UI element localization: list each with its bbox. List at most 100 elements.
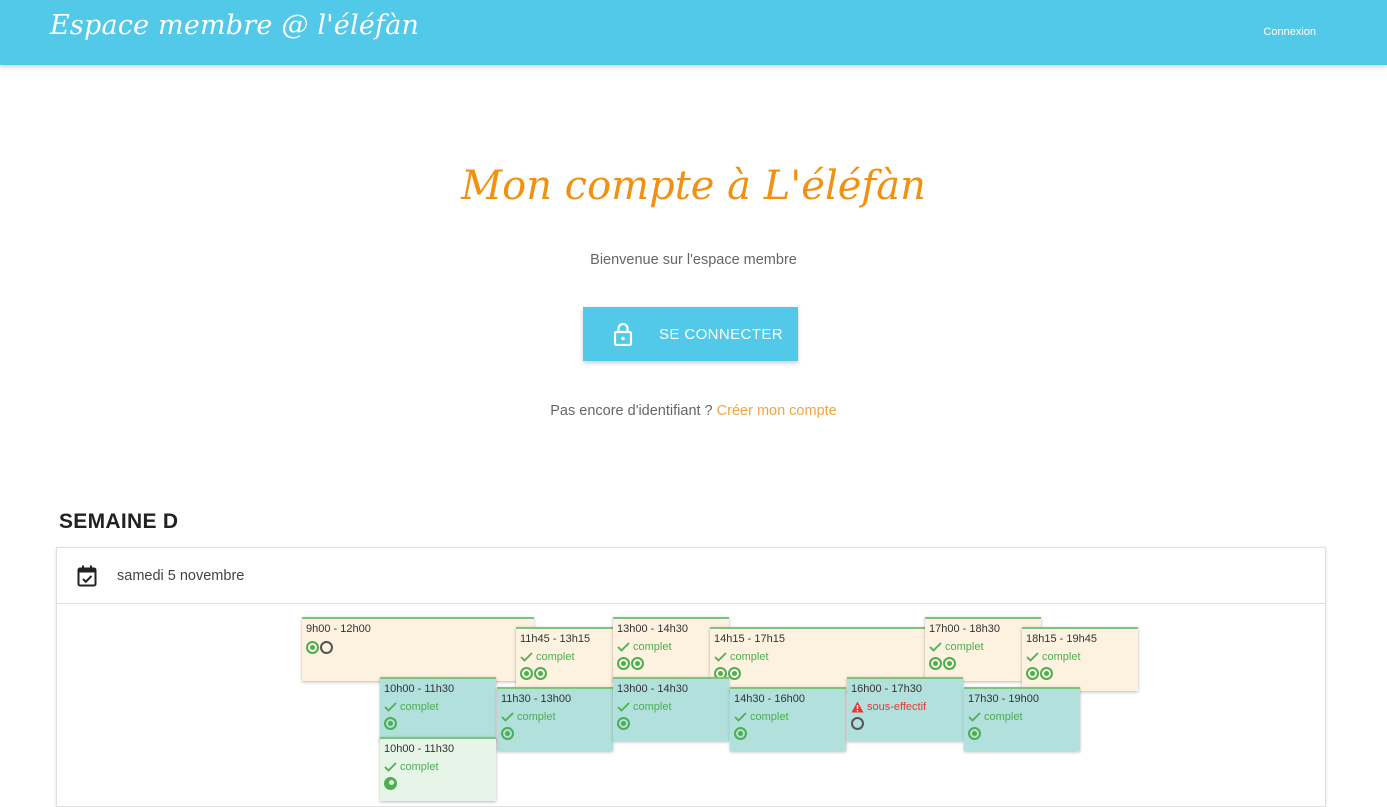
shift-slot[interactable]: 11h30 - 13h00 complet	[497, 687, 613, 751]
signup-prefix: Pas encore d'identifiant ?	[550, 403, 717, 419]
check-icon	[617, 702, 630, 712]
slot-time: 11h45 - 13h15	[520, 633, 591, 645]
warning-icon	[851, 701, 864, 713]
shift-slot[interactable]: 9h00 - 12h00	[302, 617, 534, 681]
filled-spot-icon	[728, 667, 741, 680]
slot-markers	[734, 727, 842, 740]
filled-spot-icon	[943, 657, 956, 670]
filled-spot-icon	[534, 667, 547, 680]
slot-markers	[520, 667, 628, 680]
slot-status: complet	[617, 640, 725, 654]
slot-status-label: complet	[400, 701, 439, 713]
slot-status: complet	[384, 700, 492, 714]
shift-slot[interactable]: 13h00 - 14h30 complet	[613, 677, 729, 741]
check-icon	[1026, 652, 1039, 662]
check-icon	[520, 652, 533, 662]
connexion-link[interactable]: Connexion	[1263, 26, 1316, 38]
filled-spot-icon	[929, 657, 942, 670]
slot-markers	[384, 777, 492, 790]
slot-status: complet	[968, 710, 1076, 724]
slot-time: 10h00 - 11h30	[384, 683, 455, 695]
slot-status: complet	[1026, 650, 1134, 664]
create-account-link[interactable]: Créer mon compte	[717, 403, 837, 419]
slot-time: 17h00 - 18h30	[929, 623, 1000, 635]
slot-time: 14h30 - 16h00	[734, 693, 805, 705]
filled-spot-icon	[501, 727, 514, 740]
slot-status: complet	[501, 710, 609, 724]
slot-time: 10h00 - 11h30	[384, 743, 455, 755]
slot-markers	[929, 657, 1037, 670]
slot-markers	[617, 657, 725, 670]
shift-slot[interactable]: 16h00 - 17h30 sous-effectif	[847, 677, 963, 741]
welcome-text: Bienvenue sur l'espace membre	[590, 252, 797, 268]
filled-spot-icon	[617, 717, 630, 730]
slot-status: complet	[714, 650, 938, 664]
slot-markers	[851, 717, 959, 730]
check-icon	[617, 642, 630, 652]
filled-spot-icon	[384, 717, 397, 730]
slot-status-label: complet	[945, 641, 984, 653]
slot-time: 16h00 - 17h30	[851, 683, 922, 695]
slot-status: complet	[617, 700, 725, 714]
signup-line: Pas encore d'identifiant ? Créer mon com…	[0, 403, 1387, 419]
login-button-label: SE CONNECTER	[659, 325, 783, 343]
day-card-header[interactable]: samedi 5 novembre	[57, 548, 1325, 604]
brand-title[interactable]: Espace membre @ l'éléfàn	[50, 10, 419, 41]
slot-status-label: sous-effectif	[867, 701, 927, 713]
check-icon	[384, 702, 397, 712]
lock-icon	[613, 322, 633, 346]
slot-status: complet	[734, 710, 842, 724]
slot-time: 17h30 - 19h00	[968, 693, 1039, 705]
slot-time: 9h00 - 12h00	[306, 623, 371, 635]
check-icon	[734, 712, 747, 722]
slot-status: complet	[520, 650, 628, 664]
slot-markers	[617, 717, 725, 730]
slot-markers	[384, 717, 492, 730]
slot-status-label: complet	[730, 651, 769, 663]
filled-spot-icon	[1040, 667, 1053, 680]
calendar-check-icon	[77, 565, 97, 586]
slot-status-label: complet	[517, 711, 556, 723]
slot-markers	[306, 641, 530, 654]
slot-status: sous-effectif	[851, 700, 959, 714]
check-icon	[384, 762, 397, 772]
slot-status-label: complet	[1042, 651, 1081, 663]
login-button[interactable]: SE CONNECTER	[583, 307, 798, 361]
check-icon	[714, 652, 727, 662]
slot-time: 14h15 - 17h15	[714, 633, 785, 645]
slot-time: 13h00 - 14h30	[617, 623, 688, 635]
top-navbar: Espace membre @ l'éléfàn Connexion	[0, 0, 1387, 65]
slot-markers	[1026, 667, 1134, 680]
week-title: SEMAINE D	[59, 510, 179, 533]
filled-spot-icon	[631, 657, 644, 670]
shift-slot[interactable]: 14h30 - 16h00 complet	[730, 687, 846, 751]
slot-status-label: complet	[984, 711, 1023, 723]
slot-markers	[501, 727, 609, 740]
slot-status-label: complet	[400, 761, 439, 773]
shift-slot[interactable]: 18h15 - 19h45 complet	[1022, 627, 1138, 691]
open-spot-icon	[320, 641, 333, 654]
day-label: samedi 5 novembre	[117, 567, 245, 584]
member-icon	[384, 777, 397, 790]
shift-slot[interactable]: 10h00 - 11h30 complet	[380, 737, 496, 801]
slot-markers	[968, 727, 1076, 740]
filled-spot-icon	[617, 657, 630, 670]
slot-status-label: complet	[633, 701, 672, 713]
page-title: Mon compte à L'éléfàn	[461, 163, 926, 209]
check-icon	[501, 712, 514, 722]
slot-time: 11h30 - 13h00	[501, 693, 572, 705]
check-icon	[968, 712, 981, 722]
filled-spot-icon	[968, 727, 981, 740]
shift-slot[interactable]: 17h30 - 19h00 complet	[964, 687, 1080, 751]
slot-status-label: complet	[536, 651, 575, 663]
slot-status: complet	[929, 640, 1037, 654]
filled-spot-icon	[734, 727, 747, 740]
filled-spot-icon	[520, 667, 533, 680]
slot-status-label: complet	[750, 711, 789, 723]
shift-slot[interactable]: 10h00 - 11h30 complet	[380, 677, 496, 741]
filled-spot-icon	[1026, 667, 1039, 680]
filled-spot-icon	[306, 641, 319, 654]
slot-time: 18h15 - 19h45	[1026, 633, 1097, 645]
open-spot-icon	[851, 717, 864, 730]
slot-status-label: complet	[633, 641, 672, 653]
